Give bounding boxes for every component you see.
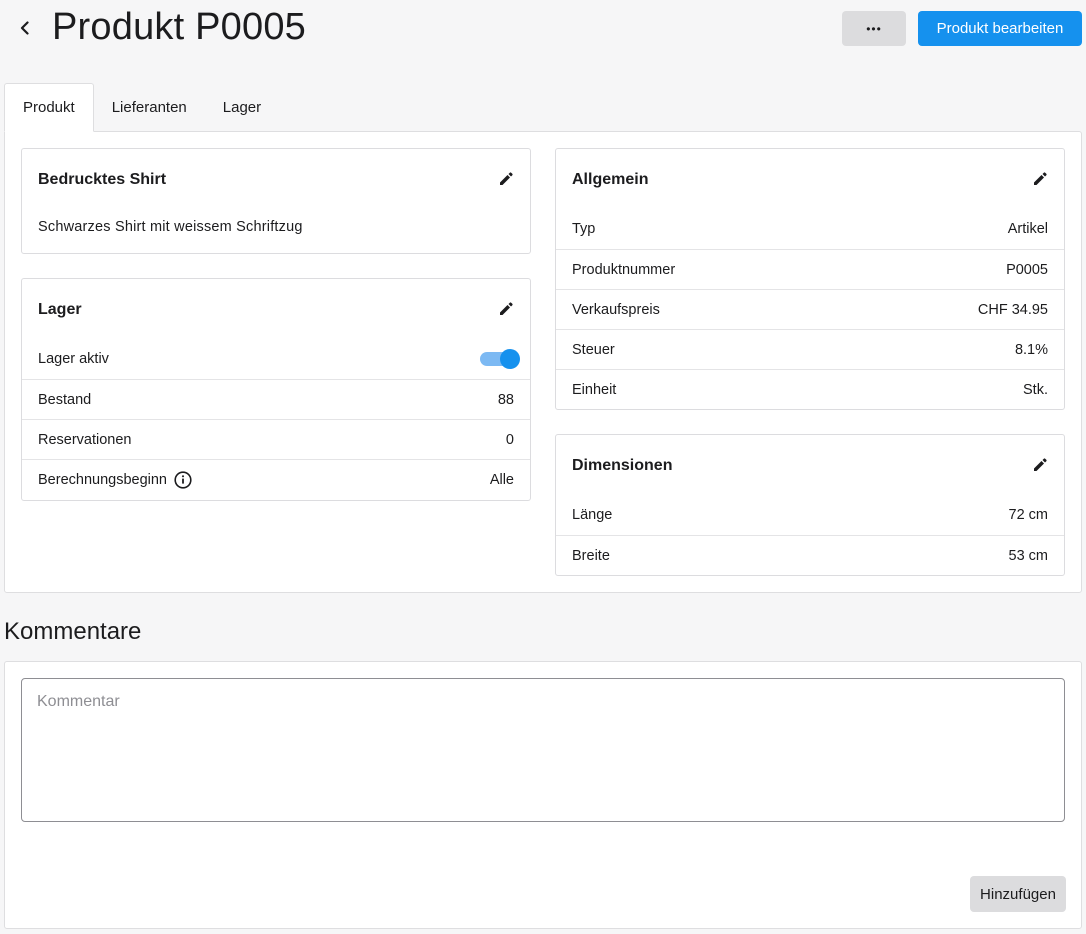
- row-value: 0: [505, 431, 514, 448]
- edit-dimensions-button[interactable]: [1030, 455, 1050, 475]
- row-label: Einheit: [572, 381, 617, 398]
- page-header: Produkt P0005 ••• Produkt bearbeiten: [0, 0, 1086, 60]
- page-title: Produkt P0005: [52, 6, 306, 48]
- pencil-icon: [500, 172, 513, 185]
- tab-panel-produkt: Bedrucktes Shirt Schwarzes Shirt mit wei…: [4, 131, 1082, 593]
- stock-card: Lager Lager aktiv Bestand 88 Reservation…: [21, 278, 531, 501]
- tab-bar: Produkt Lieferanten Lager: [4, 83, 279, 132]
- dimensions-row-breite: Breite 53 cm: [556, 535, 1064, 575]
- row-label-wrapper: Berechnungsbeginn: [38, 470, 192, 489]
- edit-general-button[interactable]: [1030, 169, 1050, 189]
- row-label: Verkaufspreis: [572, 301, 660, 318]
- row-value: 88: [497, 391, 514, 408]
- general-row-typ: Typ Artikel: [556, 209, 1064, 249]
- general-row-steuer: Steuer 8.1%: [556, 329, 1064, 369]
- row-label: Breite: [572, 547, 610, 564]
- row-value: CHF 34.95: [977, 301, 1048, 318]
- stock-active-toggle[interactable]: [480, 349, 520, 369]
- edit-product-button[interactable]: Produkt bearbeiten: [918, 11, 1082, 46]
- row-label: Bestand: [38, 391, 92, 408]
- tab-lager[interactable]: Lager: [205, 83, 279, 132]
- more-icon: •••: [866, 21, 882, 36]
- row-label: Typ: [572, 221, 596, 237]
- product-name: Bedrucktes Shirt: [38, 171, 167, 188]
- row-value: Alle: [489, 471, 514, 488]
- comment-input[interactable]: [21, 678, 1065, 822]
- pencil-icon: [500, 302, 513, 315]
- general-row-verkaufspreis: Verkaufspreis CHF 34.95: [556, 289, 1064, 329]
- stock-row-berechnungsbeginn: Berechnungsbeginn Alle: [22, 459, 530, 499]
- stock-row-bestand: Bestand 88: [22, 379, 530, 419]
- dimensions-card: Dimensionen Länge 72 cm Breite 53 cm: [555, 434, 1065, 576]
- stock-active-label: Lager aktiv: [38, 351, 109, 367]
- pencil-icon: [1034, 458, 1047, 471]
- row-value: Artikel: [1007, 221, 1048, 237]
- stock-card-title: Lager: [38, 301, 82, 318]
- comments-panel: Hinzufügen: [4, 661, 1082, 929]
- dimensions-row-laenge: Länge 72 cm: [556, 495, 1064, 535]
- product-description: Schwarzes Shirt mit weissem Schriftzug: [38, 219, 303, 235]
- row-value: 72 cm: [1008, 507, 1049, 523]
- tab-produkt[interactable]: Produkt: [4, 83, 94, 132]
- general-row-einheit: Einheit Stk.: [556, 369, 1064, 409]
- stock-row-reservationen: Reservationen 0: [22, 419, 530, 459]
- row-label: Berechnungsbeginn: [38, 471, 167, 488]
- row-label: Produktnummer: [572, 261, 676, 278]
- row-value: 8.1%: [1014, 341, 1048, 358]
- back-button[interactable]: [12, 14, 38, 42]
- chevron-left-icon: [20, 21, 29, 35]
- add-comment-button[interactable]: Hinzufügen: [970, 876, 1066, 912]
- edit-description-button[interactable]: [496, 169, 516, 189]
- dimensions-card-title: Dimensionen: [572, 457, 673, 474]
- row-value: Stk.: [1023, 381, 1048, 398]
- row-value: P0005: [1006, 261, 1048, 278]
- row-label: Steuer: [572, 341, 615, 358]
- row-label: Länge: [572, 507, 613, 523]
- edit-stock-button[interactable]: [496, 299, 516, 319]
- general-card: Allgemein Typ Artikel Produktnummer P000…: [555, 148, 1065, 410]
- pencil-icon: [1034, 172, 1047, 185]
- product-description-card: Bedrucktes Shirt Schwarzes Shirt mit wei…: [21, 148, 531, 254]
- row-value: 53 cm: [1008, 547, 1049, 564]
- more-actions-button[interactable]: •••: [842, 11, 906, 46]
- stock-active-row: Lager aktiv: [22, 339, 530, 379]
- info-icon[interactable]: [174, 470, 192, 489]
- toggle-knob: [500, 349, 520, 369]
- comments-title: Kommentare: [4, 618, 142, 645]
- general-card-title: Allgemein: [572, 171, 649, 188]
- tab-lieferanten[interactable]: Lieferanten: [94, 83, 205, 132]
- row-label: Reservationen: [38, 431, 132, 448]
- general-row-produktnummer: Produktnummer P0005: [556, 249, 1064, 289]
